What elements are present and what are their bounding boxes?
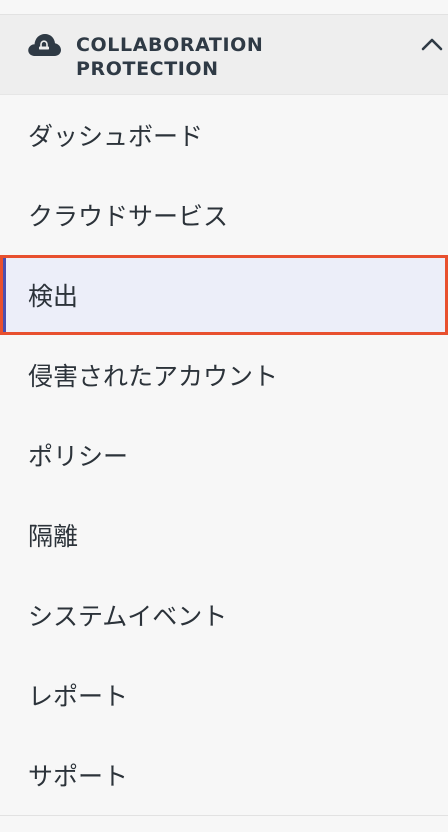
menu-item-compromised-accounts[interactable]: 侵害されたアカウント	[0, 335, 448, 415]
menu-item-label: ポリシー	[28, 442, 129, 471]
chevron-up-icon[interactable]	[420, 35, 444, 53]
section-menu-list: ダッシュボード クラウドサービス 検出 侵害されたアカウント ポリシー 隔離 シ…	[0, 95, 448, 815]
menu-item-policies[interactable]: ポリシー	[0, 415, 448, 495]
menu-item-label: 侵害されたアカウント	[28, 362, 279, 391]
section-title-line1: COLLABORATION	[76, 34, 264, 56]
menu-item-reports[interactable]: レポート	[0, 655, 448, 735]
menu-item-label: 検出	[28, 282, 79, 311]
menu-item-quarantine[interactable]: 隔離	[0, 495, 448, 575]
menu-item-label: ダッシュボード	[28, 122, 204, 151]
collaboration-protection-section-header[interactable]: COLLABORATION PROTECTION	[0, 15, 448, 95]
menu-item-label: クラウドサービス	[28, 202, 229, 231]
menu-item-system-events[interactable]: システムイベント	[0, 575, 448, 655]
menu-item-detections[interactable]: 検出	[0, 255, 448, 335]
menu-item-label: レポート	[28, 682, 129, 711]
sidebar-bottom-edge	[0, 815, 448, 832]
menu-item-label: サポート	[28, 762, 129, 791]
menu-item-cloud-services[interactable]: クラウドサービス	[0, 175, 448, 255]
sidebar-top-edge	[0, 0, 448, 15]
sidebar-panel: COLLABORATION PROTECTION ダッシュボード クラウドサービ…	[0, 0, 448, 832]
section-title-line2: PROTECTION	[76, 58, 219, 80]
menu-item-dashboard[interactable]: ダッシュボード	[0, 95, 448, 175]
menu-item-label: システムイベント	[28, 602, 228, 631]
menu-item-label: 隔離	[28, 522, 79, 551]
menu-item-support[interactable]: サポート	[0, 735, 448, 815]
section-title: COLLABORATION PROTECTION	[76, 33, 376, 81]
cloud-lock-icon	[28, 34, 61, 56]
